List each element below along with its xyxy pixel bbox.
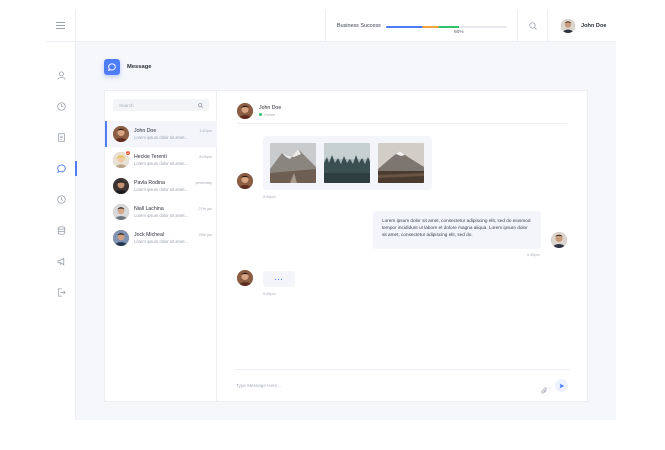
sidebar-item-database[interactable] — [46, 215, 76, 246]
online-status: Online — [259, 113, 281, 117]
user-profile-menu[interactable]: John Doe — [547, 10, 616, 42]
typing-dots: ... — [274, 275, 284, 282]
paperclip-icon — [541, 387, 547, 394]
chat-icon — [56, 164, 66, 173]
logout-icon — [57, 288, 66, 297]
message-time: 5:45pm — [263, 292, 276, 296]
progress-bar-fill — [386, 26, 459, 28]
avatar — [113, 204, 129, 220]
send-icon — [559, 383, 564, 388]
contact-search-input[interactable] — [119, 102, 199, 108]
notification-badge: 2 — [125, 150, 131, 156]
avatar — [113, 126, 129, 142]
contact-list: John Doe Lorem ipsum dolor sit amet... 1… — [105, 121, 217, 251]
message-time: 5:45pm — [263, 195, 276, 199]
sidebar-item-logout[interactable] — [46, 277, 76, 308]
database-icon — [57, 226, 65, 235]
progress-label: Business Success — [337, 23, 381, 29]
attach-button[interactable] — [541, 382, 548, 400]
sidebar — [46, 10, 77, 420]
contact-preview: Lorem ipsum dolor sit amet... — [134, 213, 188, 218]
user-icon — [56, 71, 66, 80]
contact-preview: Lorem ipsum dolor sit amet... — [134, 187, 188, 192]
search-icon — [528, 22, 537, 30]
message-badge — [104, 59, 120, 75]
user-name: John Doe — [581, 23, 607, 29]
shared-photo[interactable] — [324, 143, 370, 183]
contact-time: 27th jan — [198, 207, 212, 211]
app-window: Business Success 60% John Doe Message Se… — [46, 10, 616, 420]
contact-time: 1:53pm — [199, 129, 212, 133]
megaphone-icon — [56, 257, 64, 266]
contact-preview: Lorem ipsum dolor sit amet... — [134, 239, 188, 244]
contact-item[interactable]: Jock Micheal Lorem ipsum dolor sit amet.… — [105, 225, 217, 251]
clock-icon — [56, 102, 66, 111]
progress-value: 60% — [454, 30, 464, 35]
page-title: Message — [127, 64, 152, 70]
online-dot — [259, 113, 262, 116]
send-button[interactable] — [555, 379, 568, 392]
progress-bar — [386, 26, 507, 28]
chat-header: John Doe Online — [237, 98, 567, 124]
contacts-panel: John Doe Lorem ipsum dolor sit amet... 1… — [105, 91, 217, 401]
search-icon — [198, 102, 203, 108]
contact-item[interactable]: 2 Heckie Terenti Lorem ipsum dolor sit a… — [105, 147, 217, 173]
incoming-photo-message — [263, 136, 432, 190]
contact-time: yesterday — [195, 181, 212, 185]
outgoing-text-message: Lorem ipsum dolor sit amet, consectetur … — [373, 211, 541, 249]
contact-item[interactable]: Pavla Rodina Lorem ipsum dolor sit amet.… — [105, 173, 217, 199]
menu-button[interactable] — [46, 10, 75, 42]
business-success-widget: Business Success 60% — [325, 10, 517, 42]
sidebar-item-history[interactable] — [46, 184, 76, 215]
chat-panel: John Doe Online 5:45pm Lorem ipsum dolor… — [217, 91, 587, 401]
avatar — [113, 178, 129, 194]
contact-time: 8:05pm — [199, 155, 212, 159]
contact-search-box — [113, 99, 209, 111]
avatar — [237, 173, 253, 189]
shared-photo[interactable] — [270, 143, 316, 183]
time-icon — [56, 195, 66, 204]
contact-item[interactable]: Niall Lachina Lorem ipsum dolor sit amet… — [105, 199, 217, 225]
chat-icon — [108, 63, 116, 71]
top-bar: Business Success 60% John Doe — [76, 10, 616, 42]
document-icon — [57, 133, 65, 142]
avatar — [113, 230, 129, 246]
contact-time: 26th jan — [198, 233, 212, 237]
sidebar-item-campaigns[interactable] — [46, 246, 76, 277]
avatar — [551, 232, 567, 248]
avatar — [561, 19, 575, 33]
hamburger-menu-icon — [56, 22, 65, 29]
contact-preview: Lorem ipsum dolor sit amet... — [134, 135, 188, 140]
typing-indicator: ... — [263, 271, 295, 287]
sidebar-item-messages[interactable] — [46, 153, 77, 184]
shared-photo[interactable] — [378, 143, 424, 183]
avatar — [237, 270, 253, 286]
sidebar-item-profile[interactable] — [46, 60, 76, 91]
chat-contact-name: John Doe — [259, 104, 282, 111]
sidebar-item-documents[interactable] — [46, 122, 76, 153]
contact-item[interactable]: John Doe Lorem ipsum dolor sit amet... 1… — [105, 121, 217, 147]
message-composer — [234, 369, 570, 401]
avatar — [237, 102, 253, 119]
page-header: Message — [104, 59, 152, 75]
message-input[interactable] — [236, 383, 516, 388]
message-text: Lorem ipsum dolor sit amet, consectetur … — [382, 218, 531, 238]
message-time: 5:45pm — [527, 253, 540, 257]
messages-card: John Doe Lorem ipsum dolor sit amet... 1… — [104, 90, 588, 402]
online-status-text: Online — [264, 112, 275, 117]
search-button[interactable] — [517, 10, 547, 42]
sidebar-item-dashboard[interactable] — [46, 91, 76, 122]
contact-preview: Lorem ipsum dolor sit amet... — [134, 161, 188, 166]
